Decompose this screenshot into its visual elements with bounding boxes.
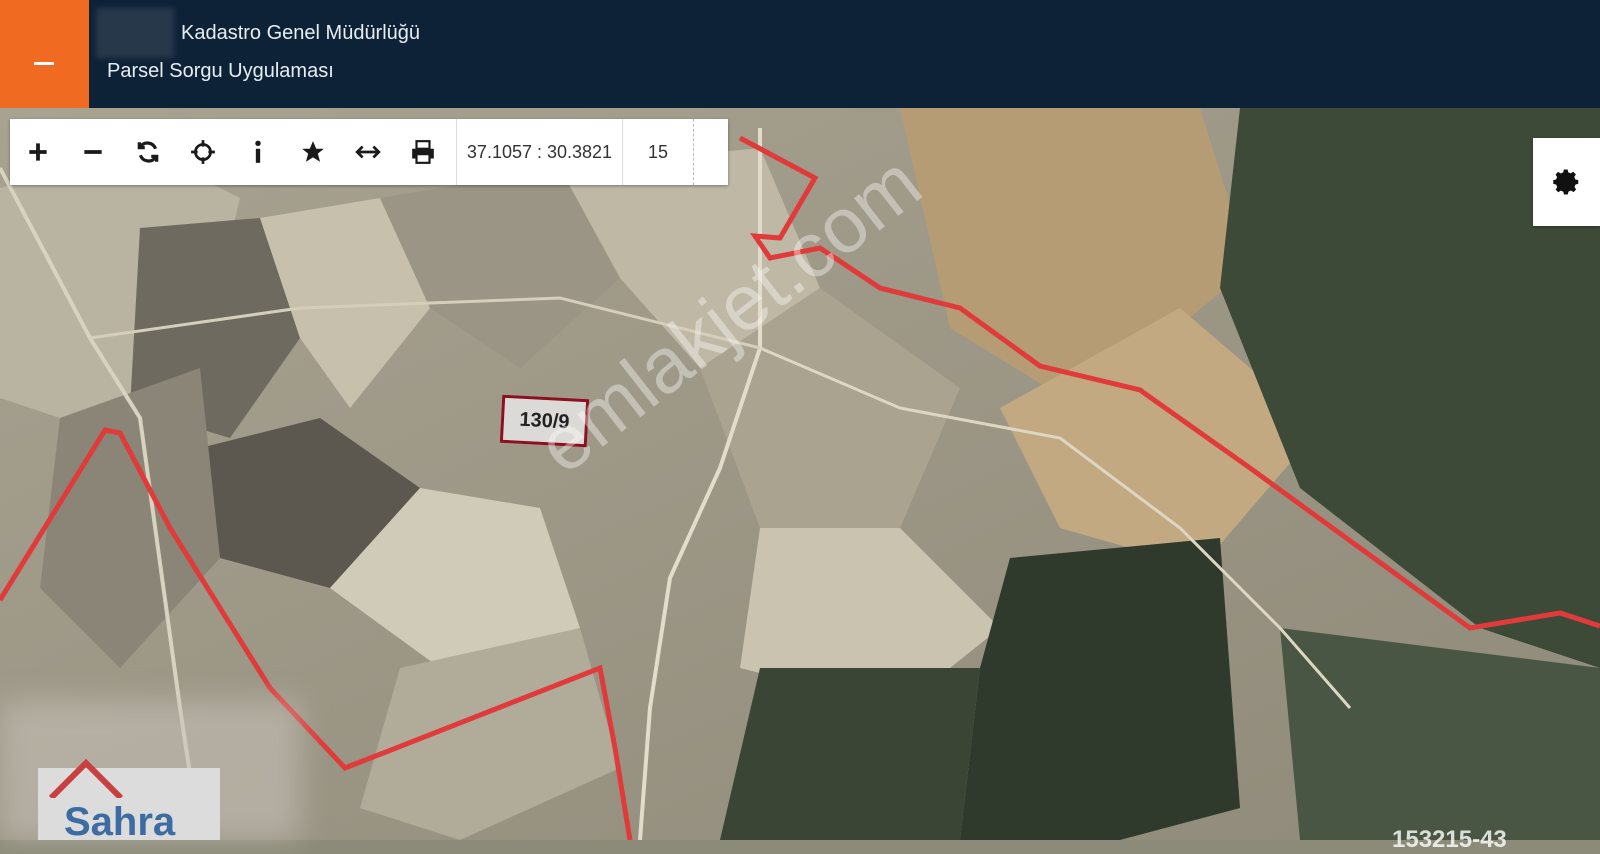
listing-id: 153215-43 (1392, 826, 1507, 853)
minus-icon (83, 150, 102, 154)
refresh-icon (137, 141, 158, 163)
map-toolbar: 37.1057 : 30.3821 15 (10, 119, 728, 185)
coordinate-readout: 37.1057 : 30.3821 (456, 119, 623, 185)
brand-name: Sahra (64, 800, 176, 844)
zoom-out-button[interactable] (65, 119, 120, 185)
favorite-button[interactable] (285, 119, 340, 185)
zoom-in-button[interactable] (10, 119, 65, 185)
print-button[interactable] (395, 119, 450, 185)
menu-button[interactable] (0, 0, 89, 108)
star-icon (301, 141, 324, 162)
info-icon (254, 140, 261, 163)
agency-logo (96, 8, 174, 58)
app-header: Kadastro Genel Müdürlüğü Parsel Sorgu Uy… (0, 0, 1600, 108)
gear-icon (1552, 169, 1578, 195)
locate-button[interactable] (175, 119, 230, 185)
settings-button[interactable] (1533, 138, 1600, 226)
refresh-button[interactable] (120, 119, 175, 185)
app-title: Kadastro Genel Müdürlüğü (181, 22, 421, 44)
measure-button[interactable] (340, 119, 395, 185)
minus-icon (34, 62, 54, 65)
app-subtitle: Parsel Sorgu Uygulaması (107, 60, 334, 82)
info-button[interactable] (230, 119, 285, 185)
plus-icon (28, 143, 47, 161)
zoom-level-readout: 15 (623, 119, 694, 185)
house-roof-icon (48, 758, 124, 798)
crosshair-icon (190, 140, 215, 164)
horizontal-arrows-icon (354, 145, 381, 159)
print-icon (411, 140, 434, 164)
